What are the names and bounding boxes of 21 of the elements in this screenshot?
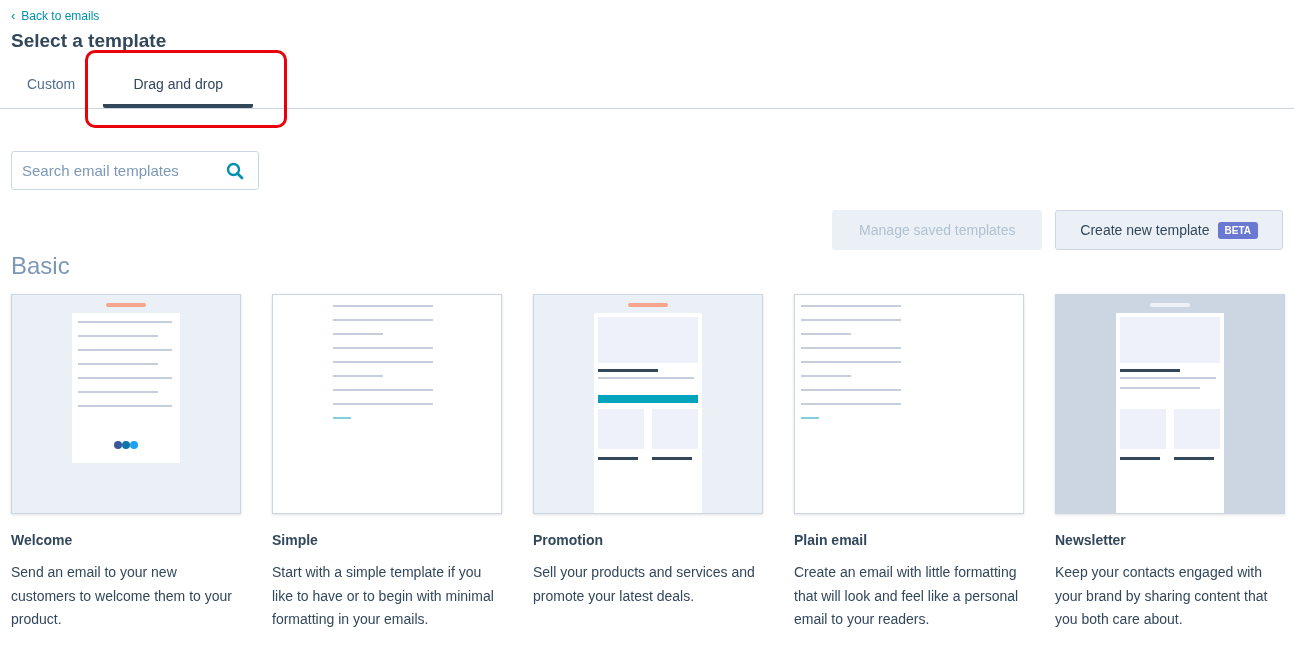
chevron-left-icon: ‹ (11, 9, 16, 22)
template-description: Start with a simple template if you like to have or to begin with minimal formatting in your emails. (272, 563, 495, 629)
search-field[interactable]: Search email templates (11, 151, 259, 190)
tab[interactable]: Custom (27, 66, 76, 108)
template-name: Newsletter (1055, 532, 1127, 548)
section-heading: Basic (11, 252, 71, 280)
template-name: Simple (272, 532, 319, 548)
back-link[interactable]: ‹ Back to emails (11, 8, 100, 23)
beta-badge: BETA (1217, 221, 1258, 239)
template-name: Plain email (794, 532, 869, 548)
template-description: Keep your contacts engaged with your brand by sharing content that you both care about. (1055, 563, 1269, 629)
button[interactable]: Create new template BETA (1055, 210, 1283, 250)
search-icon[interactable] (226, 162, 244, 180)
tab[interactable]: Drag and drop (103, 66, 254, 108)
page-title: Select a template (11, 30, 168, 52)
template-description: Send an email to your new customers to welcome them to your product. (11, 563, 233, 629)
template-name: Promotion (533, 532, 604, 548)
template-name: Welcome (11, 532, 74, 548)
button: Manage saved templates (832, 210, 1043, 250)
template-description: Sell your products and services and promote your latest deals. (533, 563, 756, 606)
template-description: Create an email with little formatting that will look and feel like a personal email to your readers. (794, 563, 1020, 629)
